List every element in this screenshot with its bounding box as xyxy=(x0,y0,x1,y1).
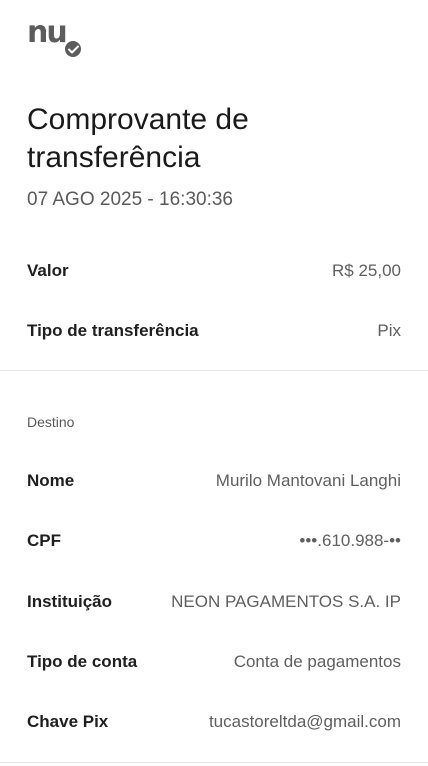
row-label: Tipo de transferência xyxy=(27,321,199,340)
section-label-destino: Destino xyxy=(27,414,75,430)
summary-row-tipo-transferencia: Tipo de transferência Pix xyxy=(27,319,401,343)
logo-wordmark: nu xyxy=(27,15,68,50)
page-title: Comprovante de transferência xyxy=(27,103,249,174)
row-value: •••.610.988-•• xyxy=(299,531,401,550)
row-value: tucastoreltda@gmail.com xyxy=(208,712,401,731)
row-label: Instituição xyxy=(27,592,113,611)
destino-row-instituicao: Instituição NEON PAGAMENTOS S.A. IP xyxy=(27,590,401,614)
destino-row-cpf: CPF •••.610.988-•• xyxy=(27,529,401,553)
row-value: R$ 25,00 xyxy=(332,261,401,280)
row-value: Conta de pagamentos xyxy=(233,652,401,671)
destino-row-nome: Nome Murilo Mantovani Langhi xyxy=(27,469,401,493)
destino-row-tipo-conta: Tipo de conta Conta de pagamentos xyxy=(27,650,401,674)
row-value: Murilo Mantovani Langhi xyxy=(215,471,401,490)
nubank-logo: nu xyxy=(27,18,83,60)
row-label: CPF xyxy=(27,531,61,550)
row-label: Tipo de conta xyxy=(27,652,138,671)
row-label: Chave Pix xyxy=(27,712,109,731)
row-label: Valor xyxy=(27,261,69,280)
row-value: NEON PAGAMENTOS S.A. IP xyxy=(171,592,401,611)
section-divider xyxy=(0,370,428,371)
row-label: Nome xyxy=(27,471,75,490)
destino-row-chave-pix: Chave Pix tucastoreltda@gmail.com xyxy=(27,710,401,734)
bottom-divider xyxy=(0,762,428,763)
summary-row-valor: Valor R$ 25,00 xyxy=(27,259,401,283)
check-icon xyxy=(63,39,83,59)
transfer-datetime: 07 AGO 2025 - 16:30:36 xyxy=(27,189,233,210)
row-value: Pix xyxy=(377,321,401,340)
